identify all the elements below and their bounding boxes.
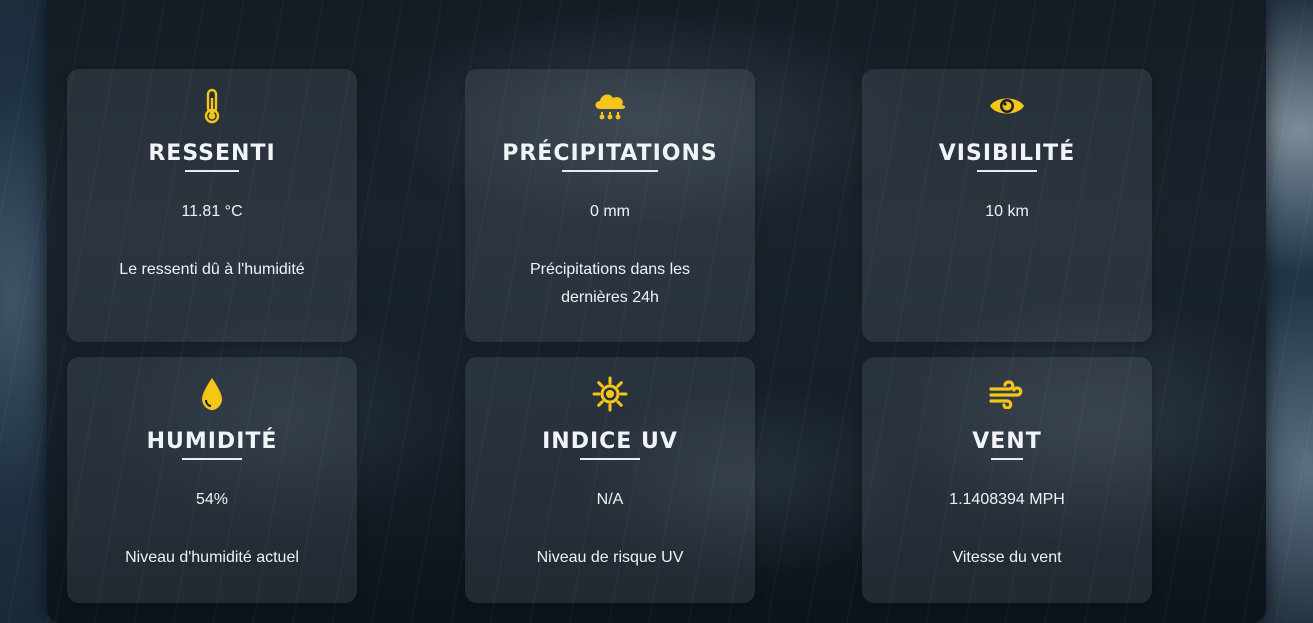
- wind-icon: [862, 375, 1152, 413]
- card-description: Niveau d'humidité actuel: [125, 549, 299, 566]
- card-title: INDICE UV: [542, 429, 678, 454]
- card-value: 0 mm: [590, 203, 630, 220]
- card-description: Vitesse du vent: [952, 549, 1062, 566]
- title-underline: [580, 458, 640, 460]
- card-humidity: HUMIDITÉ 54% Niveau d'humidité actuel: [67, 357, 357, 603]
- title-underline: [182, 458, 242, 460]
- card-value: N/A: [596, 491, 624, 508]
- thermometer-icon: [67, 87, 357, 125]
- card-description: Le ressenti dû à l'humidité: [119, 261, 305, 278]
- weather-details-panel: RESSENTI 11.81 °C Le ressenti dû à l'hum…: [47, 0, 1266, 623]
- card-value: 10 km: [985, 203, 1029, 220]
- water-drop-icon: [67, 375, 357, 413]
- card-visibility: VISIBILITÉ 10 km: [862, 69, 1152, 342]
- card-feels-like: RESSENTI 11.81 °C Le ressenti dû à l'hum…: [67, 69, 357, 342]
- card-title: VENT: [972, 429, 1042, 454]
- card-value: 54%: [195, 491, 229, 508]
- card-value: 1.1408394 MPH: [949, 491, 1065, 508]
- card-title: HUMIDITÉ: [146, 429, 278, 454]
- weather-page: { "cards": [ {"icon": "thermometer-icon"…: [0, 0, 1313, 623]
- title-underline: [977, 170, 1037, 172]
- card-title: PRÉCIPITATIONS: [502, 141, 718, 166]
- card-description: Précipitations dans les dernières 24h: [529, 261, 691, 306]
- card-uv-index: INDICE UV N/A Niveau de risque UV: [465, 357, 755, 603]
- card-wind: VENT 1.1408394 MPH Vitesse du vent: [862, 357, 1152, 603]
- card-value: 11.81 °C: [181, 203, 243, 220]
- eye-icon: [862, 87, 1152, 125]
- card-precipitation: PRÉCIPITATIONS 0 mm Précipitations dans …: [465, 69, 755, 342]
- title-underline: [991, 458, 1023, 460]
- sun-icon: [465, 375, 755, 413]
- card-description: Niveau de risque UV: [536, 549, 684, 566]
- card-title: RESSENTI: [148, 141, 276, 166]
- card-title: VISIBILITÉ: [938, 141, 1076, 166]
- title-underline: [562, 170, 658, 172]
- cloud-rain-icon: [465, 87, 755, 125]
- title-underline: [185, 170, 239, 172]
